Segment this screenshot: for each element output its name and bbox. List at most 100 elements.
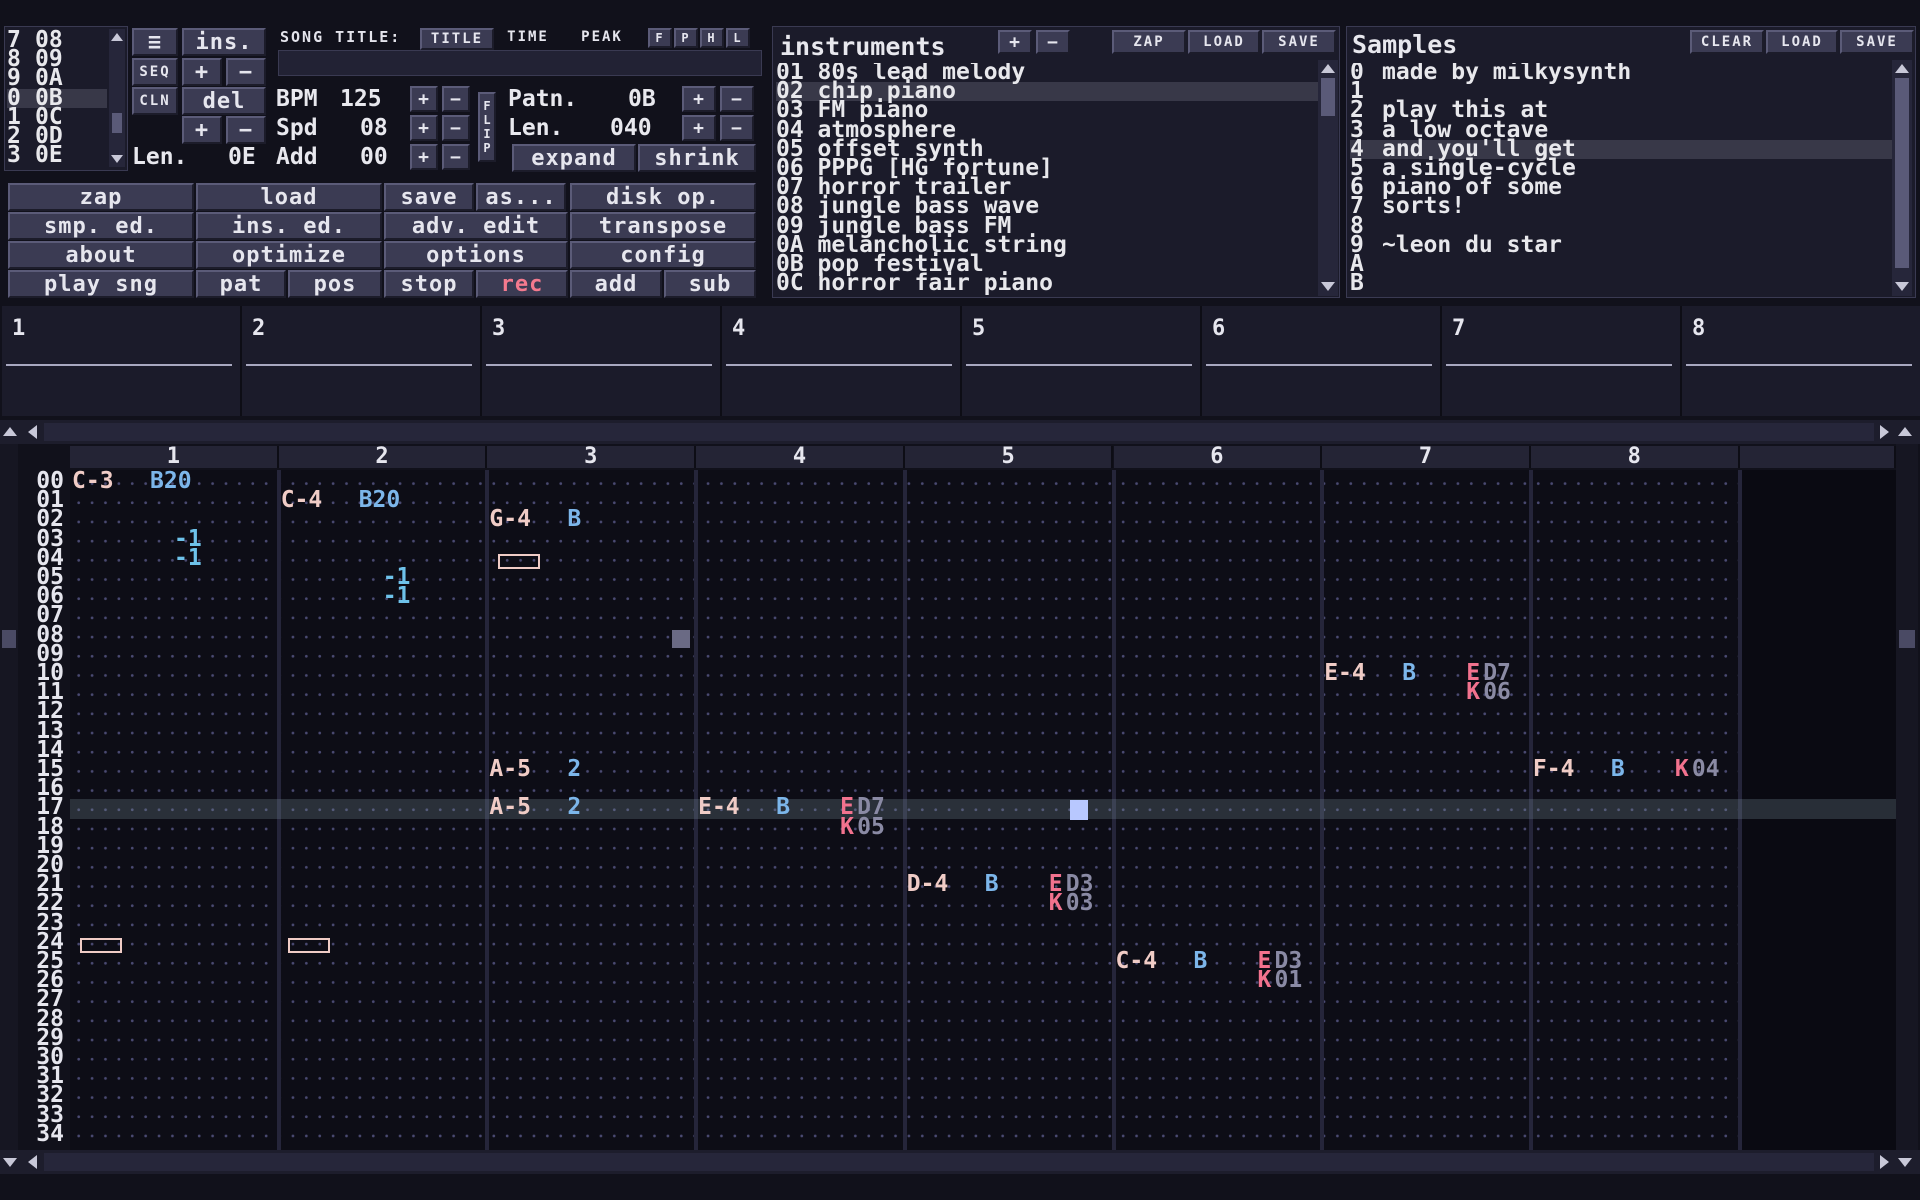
scroll-down-icon[interactable] (1898, 1158, 1912, 1167)
pos-minus-button[interactable]: − (226, 58, 266, 86)
scroll-up-icon[interactable] (1321, 64, 1335, 73)
sample-item[interactable]: A (1350, 252, 1892, 275)
sub-button[interactable]: sub (664, 270, 756, 298)
pattern-plus-button[interactable]: + (182, 116, 222, 144)
orderlist[interactable]: 7 08 8 09 9 0A 0 0B 1 0C 2 0D 3 0E (7, 28, 107, 167)
scroll-thumb[interactable] (112, 113, 122, 133)
scroll-right-icon[interactable] (1880, 1155, 1889, 1169)
scroll-left-icon[interactable] (28, 425, 37, 439)
record-button[interactable]: rec (476, 270, 568, 298)
sample-scrollbar[interactable] (1892, 60, 1912, 296)
scroll-thumb[interactable] (1899, 630, 1915, 648)
about-button[interactable]: about (8, 241, 194, 269)
mini-p-button[interactable]: P (674, 28, 698, 48)
pattern-minus-button[interactable]: − (226, 116, 266, 144)
play-song-button[interactable]: play sng (8, 270, 194, 298)
clone-button[interactable]: CLN (132, 87, 178, 115)
patn-plus-button[interactable]: + (682, 86, 716, 112)
channel-scope[interactable] (2, 306, 242, 416)
scroll-left-icon[interactable] (28, 1155, 37, 1169)
options-button[interactable]: options (384, 241, 568, 269)
scroll-thumb[interactable] (1895, 78, 1909, 268)
expand-button[interactable]: expand (512, 144, 636, 172)
scroll-up-icon[interactable] (3, 427, 17, 436)
plen-plus-button[interactable]: + (682, 115, 716, 141)
plen-minus-button[interactable]: − (720, 115, 754, 141)
sample-item[interactable]: B (1350, 271, 1892, 294)
sample-item[interactable]: 7 sorts! (1350, 195, 1892, 218)
pattern-vscroll-left[interactable] (0, 444, 18, 1150)
channel-scope[interactable] (722, 306, 962, 416)
pos-plus-button[interactable]: + (182, 58, 222, 86)
add-button[interactable]: add (570, 270, 662, 298)
scroll-thumb[interactable] (1321, 78, 1335, 116)
instrument-add-button[interactable]: + (998, 30, 1032, 54)
stop-button[interactable]: stop (384, 270, 474, 298)
channel-header[interactable]: 5 (904, 446, 1114, 468)
title-button[interactable]: TITLE (420, 28, 494, 50)
channel-header[interactable]: 3 (487, 446, 697, 468)
edit-cursor[interactable] (1070, 800, 1088, 820)
instrument-editor-button[interactable]: ins. ed. (196, 212, 382, 240)
sample-load-button[interactable]: LOAD (1766, 30, 1838, 54)
instrument-scrollbar[interactable] (1318, 60, 1338, 296)
delete-button[interactable]: del (182, 87, 266, 115)
scroll-down-icon[interactable] (1321, 282, 1335, 291)
instrument-save-button[interactable]: SAVE (1262, 30, 1336, 54)
pattern-hscroll-bottom[interactable] (0, 1150, 1920, 1174)
add-minus-button[interactable]: − (442, 144, 470, 170)
channel-header[interactable]: 1 (70, 446, 279, 468)
channel-scope[interactable] (962, 306, 1202, 416)
channel-header[interactable]: 8 (1530, 446, 1740, 468)
sample-list[interactable]: 0 made by milkysynth 1 2 play this at 3 a low … (1350, 63, 1892, 295)
time-button[interactable]: TIME (496, 26, 560, 48)
shrink-button[interactable]: shrink (638, 144, 756, 172)
bpm-plus-button[interactable]: + (410, 86, 438, 112)
menu-button[interactable]: ≡ (132, 28, 178, 56)
play-position-button[interactable]: pos (288, 270, 382, 298)
insert-button[interactable]: ins. (182, 28, 266, 56)
mini-f-button[interactable]: F (648, 28, 672, 48)
channel-header[interactable]: 2 (278, 446, 488, 468)
pattern-vscroll-right[interactable] (1896, 444, 1918, 1150)
sample-item[interactable]: 0 made by milkysynth (1350, 63, 1892, 84)
scroll-up-icon[interactable] (111, 33, 123, 41)
bpm-minus-button[interactable]: − (442, 86, 470, 112)
sequence-button[interactable]: SEQ (132, 58, 178, 86)
scroll-thumb[interactable] (2, 630, 16, 648)
channel-header[interactable]: 4 (696, 446, 905, 468)
speed-plus-button[interactable]: + (410, 115, 438, 141)
channel-scope[interactable] (1442, 306, 1682, 416)
channel-scope[interactable] (242, 306, 482, 416)
mini-l-button[interactable]: L (726, 28, 750, 48)
load-button[interactable]: load (196, 183, 382, 211)
instrument-remove-button[interactable]: − (1036, 30, 1070, 54)
speed-minus-button[interactable]: − (442, 115, 470, 141)
orderlist-scrollbar[interactable] (109, 29, 125, 167)
orderlist-row[interactable]: 3 0E (7, 144, 107, 167)
scroll-thumb[interactable] (44, 423, 1874, 441)
scroll-thumb[interactable] (44, 1153, 1874, 1171)
play-pattern-button[interactable]: pat (196, 270, 286, 298)
config-button[interactable]: config (570, 241, 756, 269)
channel-scope[interactable] (1682, 306, 1920, 416)
sample-clear-button[interactable]: CLEAR (1690, 30, 1764, 54)
transpose-button[interactable]: transpose (570, 212, 756, 240)
scroll-right-icon[interactable] (1880, 425, 1889, 439)
channel-header[interactable]: 7 (1322, 446, 1531, 468)
sample-save-button[interactable]: SAVE (1840, 30, 1914, 54)
scroll-up-icon[interactable] (1895, 64, 1909, 73)
mini-h-button[interactable]: H (700, 28, 724, 48)
scroll-down-icon[interactable] (1895, 282, 1909, 291)
instrument-zap-button[interactable]: ZAP (1112, 30, 1186, 54)
zap-button[interactable]: zap (8, 183, 194, 211)
disk-op-button[interactable]: disk op. (570, 183, 756, 211)
pattern-hscroll-top[interactable] (0, 420, 1920, 444)
channel-header[interactable]: 6 (1113, 446, 1323, 468)
add-plus-button[interactable]: + (410, 144, 438, 170)
optimize-button[interactable]: optimize (196, 241, 382, 269)
sample-editor-button[interactable]: smp. ed. (8, 212, 194, 240)
instrument-list[interactable]: 01 80s lead melody 02 chip piano 03 FM pia… (776, 63, 1320, 295)
peak-button[interactable]: PEAK (570, 26, 634, 48)
sample-item[interactable]: 9 ~leon du star (1350, 233, 1892, 256)
